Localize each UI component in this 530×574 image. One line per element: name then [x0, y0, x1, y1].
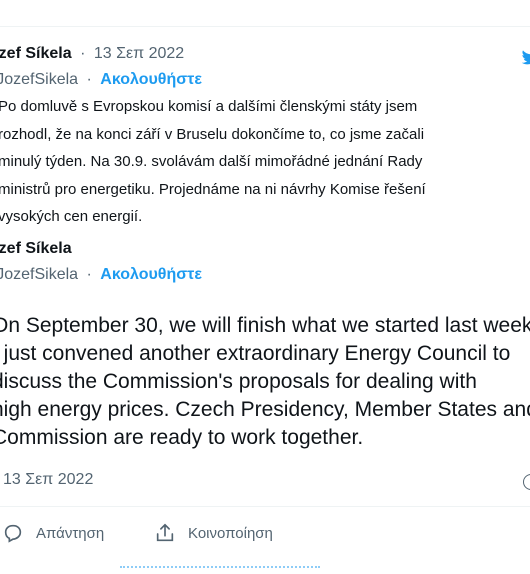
quoted-text-line: minulý týden. Na 30.9. svolávám další mi…: [0, 153, 423, 170]
reply-label: Απάντηση: [36, 524, 105, 542]
main-text-line: high energy prices. Czech Presidency, Me…: [0, 398, 530, 421]
info-icon[interactable]: [523, 474, 530, 490]
main-text-line: Commission are ready to work together.: [0, 426, 364, 449]
main-text-line: On September 30, we will finish what we …: [0, 314, 530, 337]
more-replies-link[interactable]: [120, 566, 320, 574]
twitter-bird-icon[interactable]: [522, 48, 530, 66]
actions-divider: [0, 506, 530, 507]
quoted-text-line: Po domluvě s Evropskou komisí a dalšími …: [0, 98, 418, 115]
main-author-name[interactable]: Jozef Síkela: [0, 240, 72, 257]
main-text-line: discuss the Commission's proposals for d…: [0, 370, 477, 393]
main-tweet-date[interactable]: 13 Σεπ 2022: [3, 471, 93, 489]
main-tweet-text: On September 30, we will finish what we …: [0, 312, 530, 452]
quoted-text-line: ministrů pro energetiku. Projednáme na n…: [0, 180, 426, 198]
main-author-handle[interactable]: @JozefSikela: [0, 266, 78, 283]
share-button[interactable]: Κοινοποίηση: [154, 522, 273, 544]
quoted-author-handle[interactable]: @JozefSikela: [0, 71, 78, 88]
quoted-tweet-text: Po domluvě s Evropskou komisí a dalšími …: [0, 93, 530, 231]
main-tweet-handle-row: @JozefSikela · Ακολουθήστε: [0, 266, 202, 284]
quoted-tweet-header: Jozef Síkela · 13 Σεπ 2022: [0, 45, 184, 63]
share-icon: [156, 523, 174, 542]
quoted-tweet-date[interactable]: 13 Σεπ 2022: [94, 45, 184, 62]
main-text-line: I just convened another extraordinary En…: [0, 342, 511, 365]
reply-icon: [4, 524, 22, 543]
reply-button[interactable]: Απάντηση: [2, 522, 104, 544]
quoted-text-line: rozhodl, že na konci září v Bruselu doko…: [0, 125, 425, 143]
share-label: Κοινοποίηση: [188, 524, 273, 542]
quoted-author-name[interactable]: Jozef Síkela: [0, 45, 72, 62]
quoted-follow-link[interactable]: Ακολουθήστε: [100, 71, 202, 88]
quoted-text-line: vysokých cen energií.: [0, 208, 143, 225]
separator: ·: [86, 266, 92, 283]
quoted-tweet-handle-row: @JozefSikela · Ακολουθήστε: [0, 71, 202, 89]
main-follow-link[interactable]: Ακολουθήστε: [100, 266, 202, 283]
separator: ·: [80, 45, 86, 62]
main-tweet-header: Jozef Síkela: [0, 240, 72, 258]
separator: ·: [86, 71, 92, 88]
card-border: [0, 26, 530, 27]
